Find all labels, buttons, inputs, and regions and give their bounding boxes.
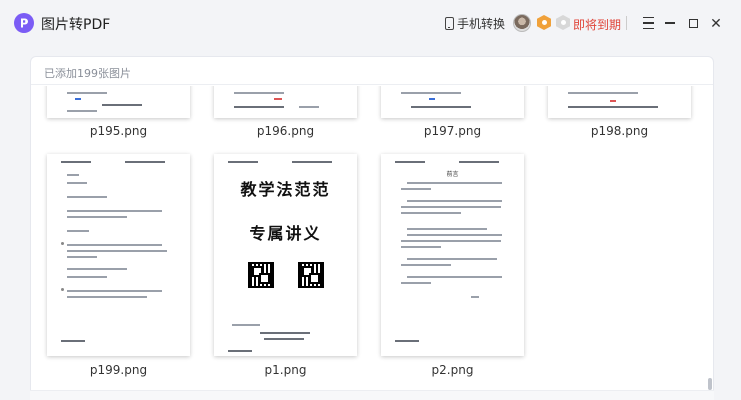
thumbnail-label: p197.png [423, 124, 482, 138]
app-title: 图片转PDF [41, 17, 111, 33]
thumbnail-p1[interactable]: 教学法范范 专属讲义 [214, 154, 357, 356]
thumbnail-p2[interactable]: 前言 [381, 154, 524, 356]
page-heading: 教学法范范 [240, 180, 331, 199]
thumbnail-label: p195.png [89, 124, 148, 138]
thumbnail-label: p199.png [89, 363, 148, 377]
thumbnail-label: p1.png [264, 363, 307, 377]
close-icon[interactable]: ✕ [707, 14, 725, 32]
vertical-scrollbar[interactable] [708, 378, 712, 390]
phone-convert-label: 手机转换 [457, 17, 506, 31]
qr-code-icon [248, 262, 274, 288]
thumbnail-p198[interactable] [548, 86, 691, 118]
panel-header: 已添加199张图片 [31, 57, 713, 85]
title-divider [626, 16, 627, 30]
maximize-icon[interactable] [684, 14, 702, 32]
thumbnail-p199[interactable] [47, 154, 190, 356]
svip-badge-icon[interactable] [556, 15, 570, 30]
phone-icon [445, 17, 454, 30]
menu-icon[interactable] [639, 14, 657, 32]
page-heading: 前言 [446, 171, 459, 178]
panel-footer [30, 390, 714, 400]
thumbnail-p196[interactable] [214, 86, 357, 118]
image-count-text: 已添加199张图片 [44, 67, 131, 80]
title-bar: 图片转PDF 手机转换 即将到期 ✕ [0, 0, 741, 46]
phone-convert-button[interactable]: 手机转换 [445, 15, 505, 32]
thumbnail-p197[interactable] [381, 86, 524, 118]
app-window: 图片转PDF 手机转换 即将到期 ✕ 已添加199张图片 p195.png p1… [0, 0, 741, 400]
minimize-icon[interactable] [661, 14, 679, 32]
expire-link[interactable]: 即将到期 [573, 16, 621, 33]
avatar[interactable] [513, 14, 531, 32]
thumbnail-label: p196.png [256, 124, 315, 138]
image-list-panel: 已添加199张图片 p195.png p196.png p197.png p19… [30, 56, 714, 400]
thumbnail-grid: p195.png p196.png p197.png p198.png p199… [31, 86, 713, 391]
page-subheading: 专属讲义 [249, 224, 322, 243]
thumbnail-label: p198.png [590, 124, 649, 138]
thumbnail-label: p2.png [431, 363, 474, 377]
app-logo-icon [14, 13, 34, 33]
qr-code-icon [298, 262, 324, 288]
vip-badge-icon[interactable] [537, 15, 551, 30]
thumbnail-p195[interactable] [47, 86, 190, 118]
